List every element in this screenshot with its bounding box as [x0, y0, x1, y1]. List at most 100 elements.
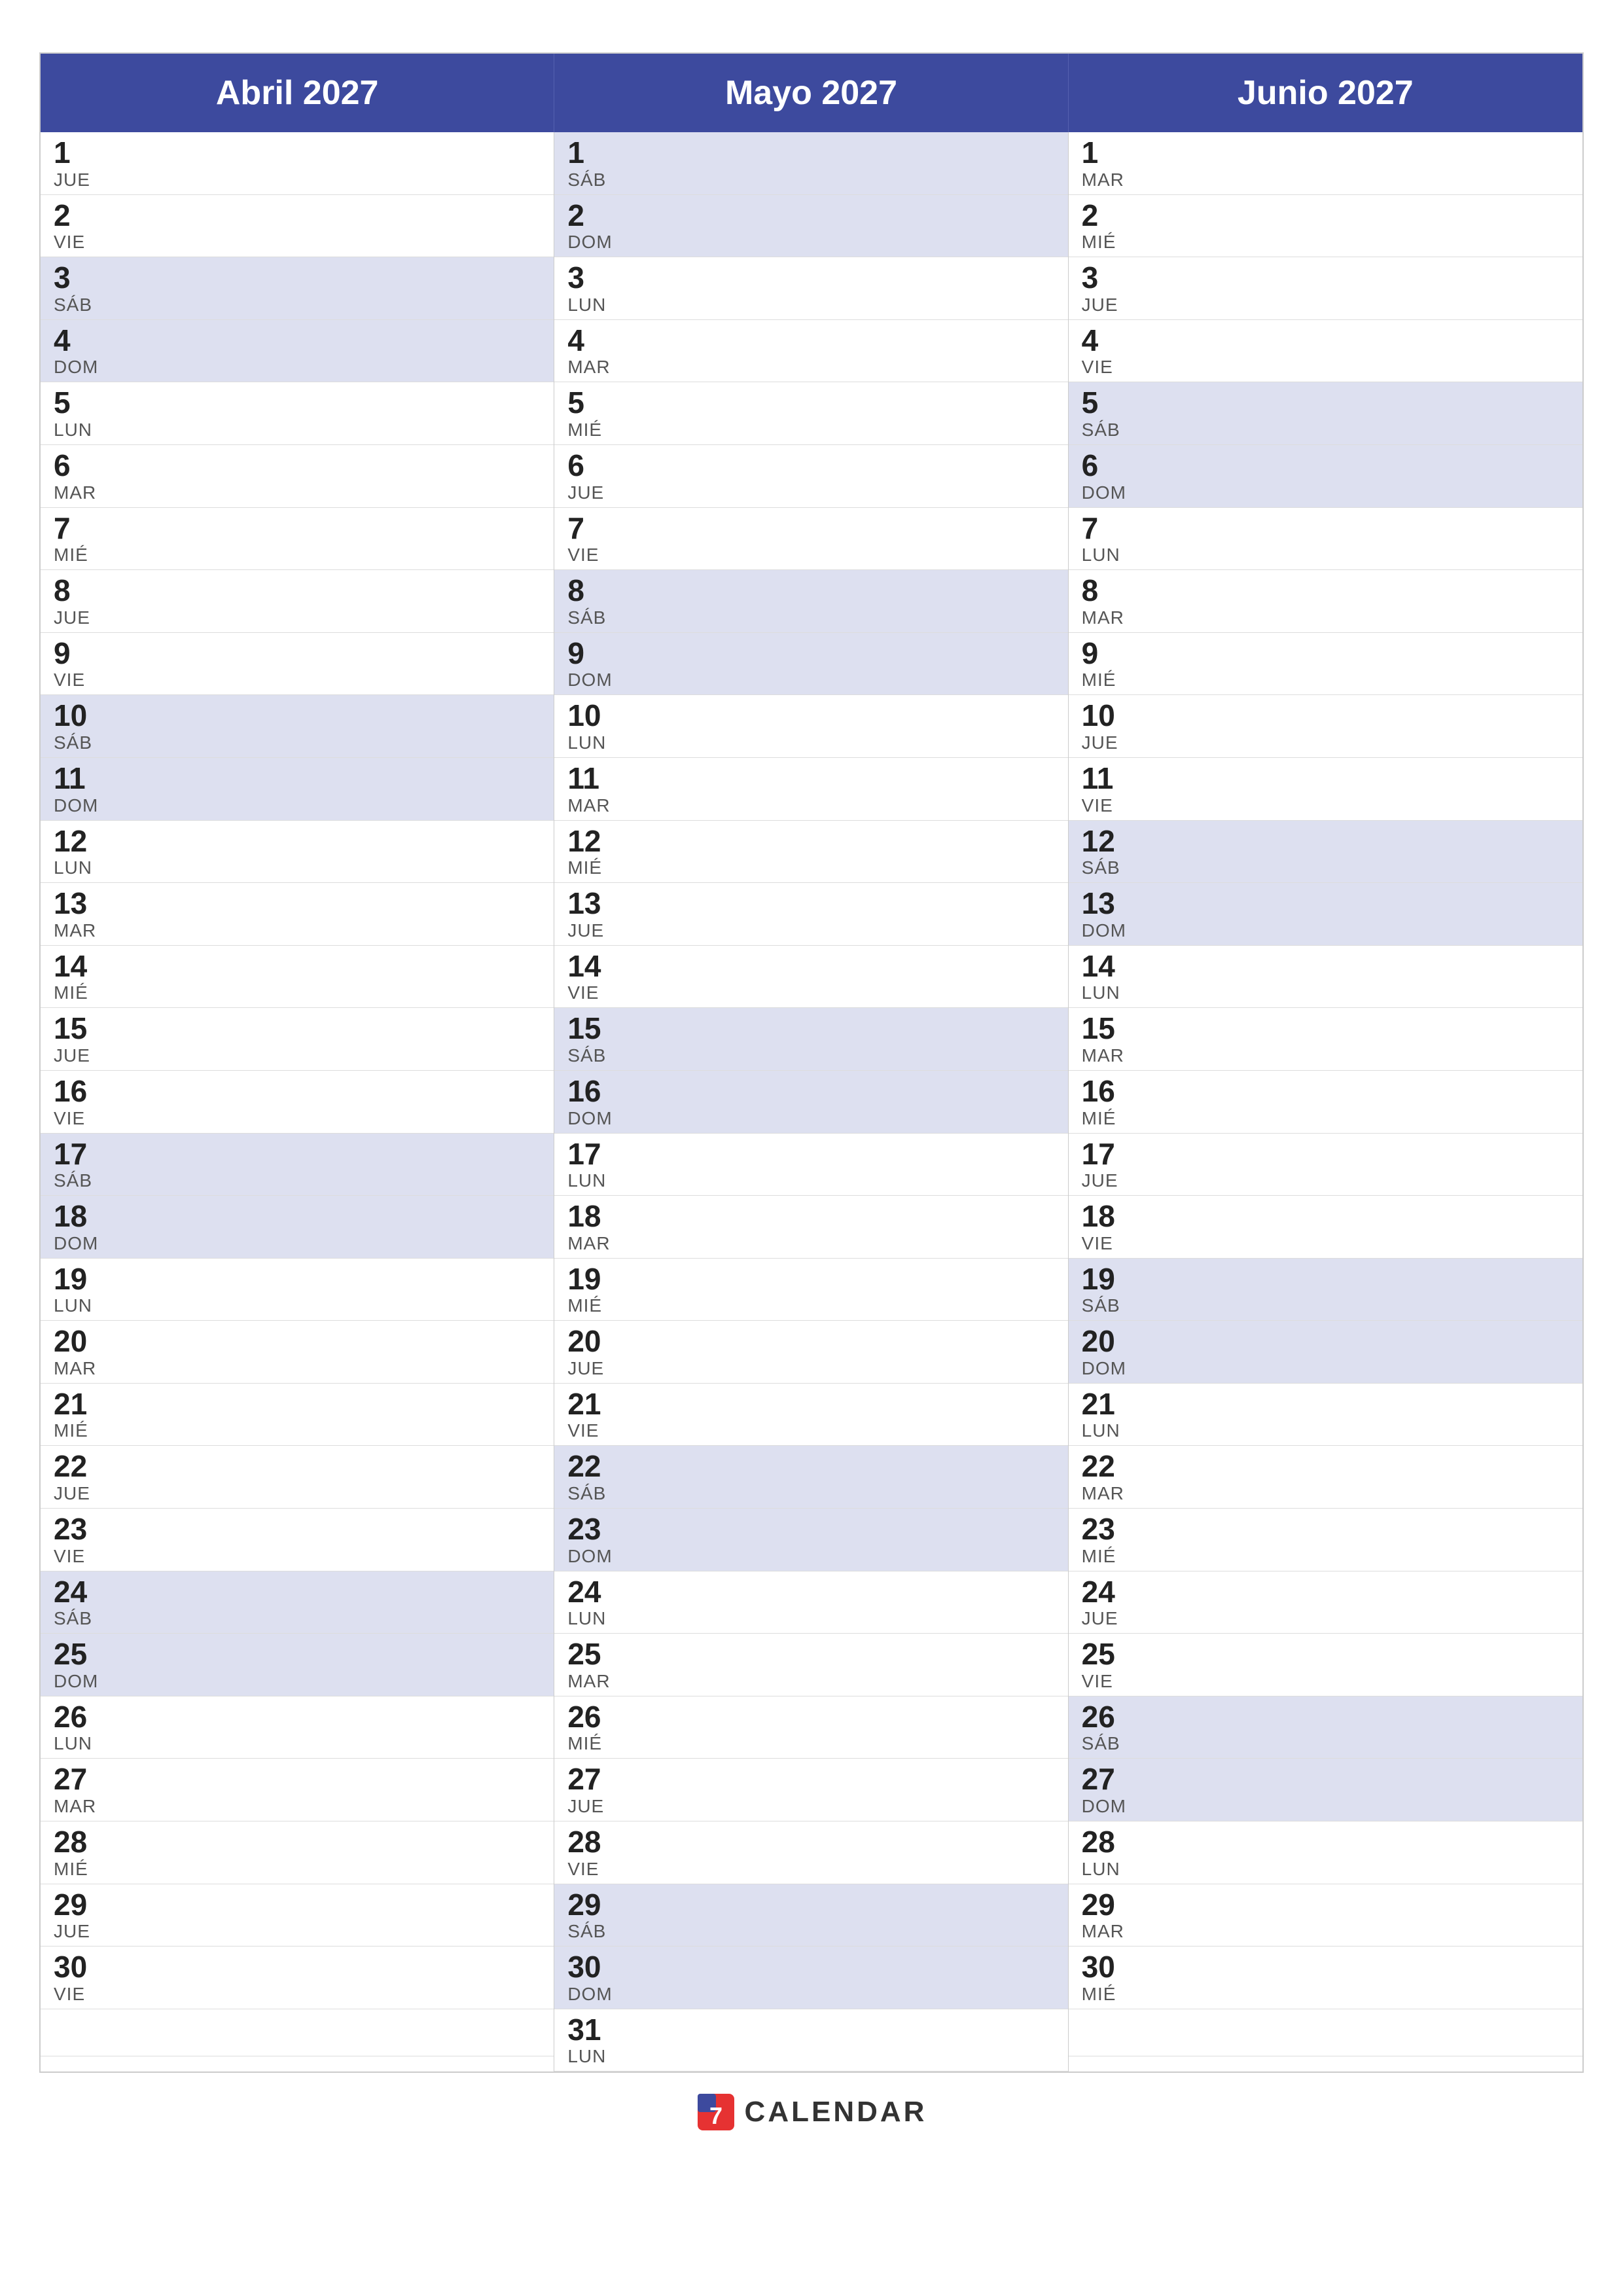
day-row: 18MAR	[554, 1196, 1067, 1259]
day-row: 26LUN	[41, 1696, 554, 1759]
svg-text:7: 7	[709, 2102, 722, 2129]
day-name: LUN	[1082, 982, 1569, 1003]
day-row: 5SÁB	[1069, 382, 1582, 445]
day-number: 14	[1082, 950, 1569, 983]
day-name: DOM	[54, 357, 541, 378]
day-row: 29MAR	[1069, 1884, 1582, 1947]
day-number: 6	[1082, 449, 1569, 482]
day-number: 29	[1082, 1888, 1569, 1922]
day-name: MAR	[567, 357, 1054, 378]
calendar-logo-icon: 7	[696, 2092, 736, 2132]
day-name: MIÉ	[1082, 1108, 1569, 1129]
day-name: JUE	[54, 1921, 541, 1942]
day-number: 28	[567, 1825, 1054, 1859]
day-number: 17	[1082, 1138, 1569, 1171]
month-header-1: Mayo 2027	[554, 54, 1068, 132]
day-number: 31	[567, 2013, 1054, 2047]
day-number: 23	[567, 1513, 1054, 1546]
day-row: 2DOM	[554, 195, 1067, 258]
day-number: 19	[1082, 1263, 1569, 1296]
day-name: VIE	[54, 1108, 541, 1129]
day-row: 25DOM	[41, 1634, 554, 1696]
day-row: 26SÁB	[1069, 1696, 1582, 1759]
day-name: MIÉ	[54, 982, 541, 1003]
day-number: 27	[54, 1763, 541, 1796]
day-number: 9	[54, 637, 541, 670]
day-row: 19LUN	[41, 1259, 554, 1321]
day-name: SÁB	[1082, 1295, 1569, 1316]
day-number: 1	[54, 136, 541, 170]
day-name: JUE	[54, 1045, 541, 1066]
day-row: 17JUE	[1069, 1134, 1582, 1196]
day-row: 3JUE	[1069, 257, 1582, 320]
day-name: JUE	[1082, 1170, 1569, 1191]
day-name: MAR	[54, 482, 541, 503]
day-name: MAR	[567, 1671, 1054, 1692]
day-name: MAR	[567, 1233, 1054, 1254]
day-number: 3	[1082, 261, 1569, 295]
day-row: 7LUN	[1069, 508, 1582, 571]
day-number: 21	[567, 1388, 1054, 1421]
day-name: JUE	[54, 1483, 541, 1504]
day-row: 28MIÉ	[41, 1821, 554, 1884]
day-name: SÁB	[1082, 1733, 1569, 1754]
day-row: 12LUN	[41, 821, 554, 884]
day-number: 15	[54, 1012, 541, 1045]
day-row: 22SÁB	[554, 1446, 1067, 1509]
day-name: LUN	[567, 295, 1054, 315]
day-number: 30	[54, 1950, 541, 1984]
day-number: 13	[567, 887, 1054, 920]
day-row: 26MIÉ	[554, 1696, 1067, 1759]
day-row: 31LUN	[554, 2009, 1067, 2072]
day-name: DOM	[54, 1233, 541, 1254]
footer: 7 CALENDAR	[39, 2073, 1584, 2138]
day-row: 19MIÉ	[554, 1259, 1067, 1321]
day-row: 9VIE	[41, 633, 554, 696]
day-name: MAR	[1082, 1921, 1569, 1942]
day-row: 3SÁB	[41, 257, 554, 320]
day-name: VIE	[54, 232, 541, 253]
day-number: 29	[567, 1888, 1054, 1922]
day-number: 8	[567, 574, 1054, 607]
day-row: 29JUE	[41, 1884, 554, 1947]
day-row: 24SÁB	[41, 1571, 554, 1634]
day-name: MIÉ	[567, 420, 1054, 440]
day-number: 17	[567, 1138, 1054, 1171]
day-name: SÁB	[567, 1483, 1054, 1504]
day-row: 25MAR	[554, 1634, 1067, 1696]
day-name: DOM	[567, 1984, 1054, 2005]
day-row: 5MIÉ	[554, 382, 1067, 445]
day-number: 25	[54, 1638, 541, 1671]
day-row: 20DOM	[1069, 1321, 1582, 1384]
day-name: MIÉ	[567, 1295, 1054, 1316]
day-name: VIE	[54, 1984, 541, 2005]
day-name: MIÉ	[1082, 1546, 1569, 1567]
day-name: SÁB	[567, 1045, 1054, 1066]
day-row: 13DOM	[1069, 883, 1582, 946]
day-number: 2	[1082, 199, 1569, 232]
day-number: 7	[567, 512, 1054, 545]
day-number: 22	[54, 1450, 541, 1483]
day-name: LUN	[54, 857, 541, 878]
day-name: VIE	[54, 1546, 541, 1567]
day-name: SÁB	[54, 295, 541, 315]
day-name: JUE	[54, 607, 541, 628]
day-row: 20JUE	[554, 1321, 1067, 1384]
day-number: 21	[54, 1388, 541, 1421]
day-row: 28LUN	[1069, 1821, 1582, 1884]
day-row: 23DOM	[554, 1509, 1067, 1571]
day-number: 26	[1082, 1700, 1569, 1734]
day-number: 3	[54, 261, 541, 295]
day-row: 24JUE	[1069, 1571, 1582, 1634]
day-row: 4MAR	[554, 320, 1067, 383]
day-row: 4DOM	[41, 320, 554, 383]
day-row: 11VIE	[1069, 758, 1582, 821]
day-number: 14	[567, 950, 1054, 983]
day-number: 4	[567, 324, 1054, 357]
day-name: JUE	[567, 920, 1054, 941]
day-number: 10	[54, 699, 541, 732]
day-name: VIE	[54, 670, 541, 691]
day-row: 12SÁB	[1069, 821, 1582, 884]
day-row: 4VIE	[1069, 320, 1582, 383]
day-row: 30DOM	[554, 1946, 1067, 2009]
